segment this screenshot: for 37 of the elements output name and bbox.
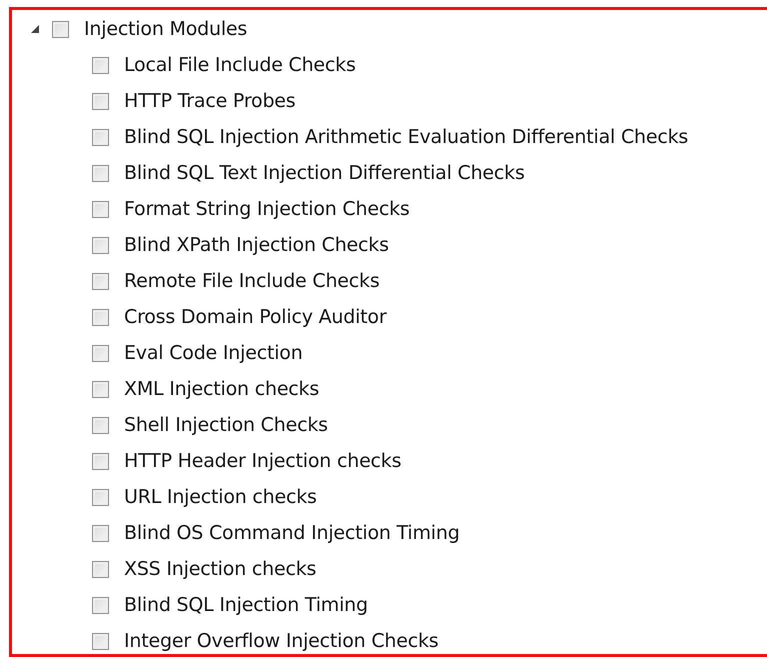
- tree-item-label[interactable]: Remote File Include Checks: [124, 270, 380, 292]
- tree-item-label[interactable]: Cross Domain Policy Auditor: [124, 306, 386, 328]
- checkbox[interactable]: [92, 236, 109, 254]
- tree-item-label[interactable]: Format String Injection Checks: [124, 198, 410, 220]
- checkbox[interactable]: [92, 308, 109, 326]
- tree-item-label[interactable]: Blind SQL Injection Timing: [124, 594, 368, 616]
- checkbox[interactable]: [52, 20, 69, 38]
- tree-item-label[interactable]: Blind XPath Injection Checks: [124, 234, 389, 256]
- checkbox[interactable]: [92, 596, 109, 614]
- tree-item-label[interactable]: HTTP Header Injection checks: [124, 450, 402, 472]
- checkbox[interactable]: [92, 164, 109, 182]
- tree-item-label[interactable]: Local File Include Checks: [124, 54, 356, 76]
- tree-item-label[interactable]: Integer Overflow Injection Checks: [124, 630, 438, 652]
- tree-item-label[interactable]: Injection Modules: [84, 18, 248, 40]
- checkbox[interactable]: [92, 272, 109, 290]
- tree-item-label[interactable]: XSS Injection checks: [124, 558, 316, 580]
- tree-item-label[interactable]: Shell Injection Checks: [124, 414, 328, 436]
- checkbox[interactable]: [92, 128, 109, 146]
- tree-item-label[interactable]: Eval Code Injection: [124, 342, 303, 364]
- checkbox[interactable]: [92, 344, 109, 362]
- tree-item-label[interactable]: HTTP Trace Probes: [124, 90, 296, 112]
- checkbox[interactable]: [92, 380, 109, 398]
- checkbox[interactable]: [92, 416, 109, 434]
- tree-item-label[interactable]: XML Injection checks: [124, 378, 320, 400]
- collapse-arrow-icon[interactable]: [30, 24, 40, 34]
- checkbox[interactable]: [92, 452, 109, 470]
- checkbox[interactable]: [92, 560, 109, 578]
- tree-item-label[interactable]: Blind OS Command Injection Timing: [124, 522, 460, 544]
- checkbox[interactable]: [92, 200, 109, 218]
- checkbox[interactable]: [92, 632, 109, 650]
- checkbox[interactable]: [92, 488, 109, 506]
- tree-item-label[interactable]: URL Injection checks: [124, 486, 317, 508]
- checkbox[interactable]: [92, 56, 109, 74]
- checkbox[interactable]: [92, 92, 109, 110]
- checkbox[interactable]: [92, 524, 109, 542]
- tree-item-label[interactable]: Blind SQL Text Injection Differential Checks: [124, 162, 525, 184]
- tree-item-label[interactable]: Blind SQL Injection Arithmetic Evaluation Differential Checks: [124, 126, 688, 148]
